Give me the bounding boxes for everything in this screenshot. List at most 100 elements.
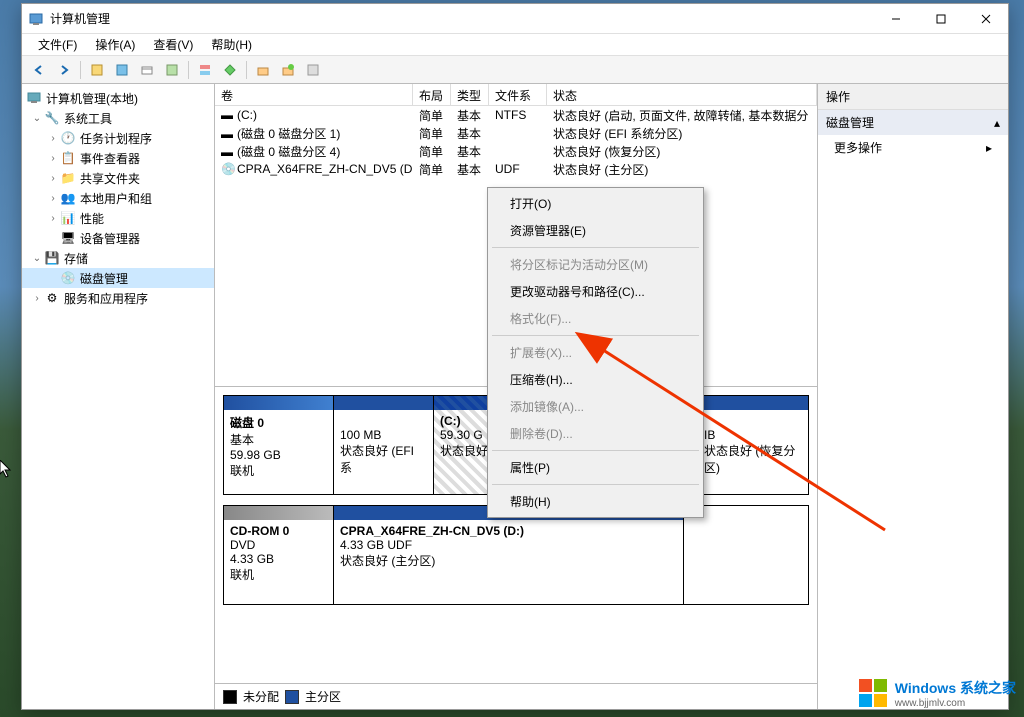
event-icon: 📋: [60, 150, 76, 166]
watermark: Windows 系统之家 www.bjjmlv.com: [857, 677, 1016, 709]
ctx-explorer[interactable]: 资源管理器(E): [490, 217, 701, 244]
menu-action[interactable]: 操作(A): [87, 34, 143, 55]
partition-empty[interactable]: [684, 506, 808, 604]
tree-storage[interactable]: ⌄ 💾 存储: [22, 248, 214, 268]
titlebar: 计算机管理: [22, 4, 1008, 34]
actions-section[interactable]: 磁盘管理 ▴: [818, 110, 1008, 135]
ctx-extend: 扩展卷(X)...: [490, 339, 701, 366]
tree-root[interactable]: 计算机管理(本地): [22, 88, 214, 108]
cdrom-label[interactable]: CD-ROM 0 DVD 4.33 GB 联机: [224, 506, 334, 604]
disk-icon: 💿: [60, 270, 76, 286]
device-icon: 🖥: [60, 230, 76, 246]
volume-list-header: 卷 布局 类型 文件系统 状态: [215, 84, 817, 106]
cursor-pointer: [0, 460, 16, 480]
disc-icon: 💿: [221, 162, 235, 176]
collapse-arrow-icon: ▴: [994, 116, 1000, 130]
col-layout[interactable]: 布局: [413, 84, 451, 105]
cdrom-row[interactable]: CD-ROM 0 DVD 4.33 GB 联机 CPRA_X64FRE_ZH-C…: [223, 505, 809, 605]
ctx-properties[interactable]: 属性(P): [490, 454, 701, 481]
volume-row[interactable]: ▬(磁盘 0 磁盘分区 4) 简单 基本 状态良好 (恢复分区): [215, 142, 817, 160]
clock-icon: 🕐: [60, 130, 76, 146]
submenu-arrow-icon: ▸: [986, 141, 992, 155]
legend-primary-box: [285, 690, 299, 704]
volume-row[interactable]: ▬(磁盘 0 磁盘分区 1) 简单 基本 状态良好 (EFI 系统分区): [215, 124, 817, 142]
partition-efi[interactable]: 100 MB 状态良好 (EFI 系: [334, 396, 434, 494]
volume-row[interactable]: ▬(C:) 简单 基本 NTFS 状态良好 (启动, 页面文件, 故障转储, 基…: [215, 106, 817, 124]
expand-icon[interactable]: ›: [46, 173, 60, 184]
col-type[interactable]: 类型: [451, 84, 489, 105]
back-button[interactable]: [28, 59, 50, 81]
ctx-help[interactable]: 帮助(H): [490, 488, 701, 515]
forward-button[interactable]: [53, 59, 75, 81]
expand-icon[interactable]: ›: [46, 133, 60, 144]
collapse-icon[interactable]: ⌄: [30, 113, 44, 124]
expand-icon[interactable]: ›: [30, 293, 44, 304]
wrench-icon: 🔧: [44, 110, 60, 126]
windows-logo-icon: [857, 677, 889, 709]
close-button[interactable]: [963, 4, 1008, 33]
drive-icon: ▬: [221, 145, 235, 159]
ctx-format: 格式化(F)...: [490, 305, 701, 332]
storage-icon: 💾: [44, 250, 60, 266]
tree-performance[interactable]: › 📊 性能: [22, 208, 214, 228]
actions-panel: 操作 磁盘管理 ▴ 更多操作 ▸: [818, 84, 1008, 709]
volume-row[interactable]: 💿CPRA_X64FRE_ZH-CN_DV5 (D:) 简单 基本 UDF 状态…: [215, 160, 817, 178]
tb-icon-1[interactable]: [86, 59, 108, 81]
tb-icon-4[interactable]: [161, 59, 183, 81]
tree-shared-folders[interactable]: › 📁 共享文件夹: [22, 168, 214, 188]
legend: 未分配 主分区: [215, 683, 817, 709]
app-icon: [28, 11, 44, 27]
tree-services[interactable]: › ⚙ 服务和应用程序: [22, 288, 214, 308]
tree-device-manager[interactable]: 🖥 设备管理器: [22, 228, 214, 248]
watermark-title: Windows 系统之家: [895, 678, 1016, 698]
ctx-delete: 删除卷(D)...: [490, 420, 701, 447]
tree-disk-management[interactable]: 💿 磁盘管理: [22, 268, 214, 288]
window-title: 计算机管理: [50, 10, 873, 27]
expand-icon[interactable]: ›: [46, 193, 60, 204]
toolbar: [22, 56, 1008, 84]
ctx-open[interactable]: 打开(O): [490, 190, 701, 217]
performance-icon: 📊: [60, 210, 76, 226]
tb-icon-6[interactable]: [219, 59, 241, 81]
actions-more[interactable]: 更多操作 ▸: [818, 135, 1008, 160]
partition-dvd[interactable]: CPRA_X64FRE_ZH-CN_DV5 (D:) 4.33 GB UDF 状…: [334, 506, 684, 604]
tree-local-users[interactable]: › 👥 本地用户和组: [22, 188, 214, 208]
menu-help[interactable]: 帮助(H): [203, 34, 260, 55]
ctx-add-mirror: 添加镜像(A)...: [490, 393, 701, 420]
legend-unallocated-box: [223, 690, 237, 704]
disk-0-label[interactable]: 磁盘 0 基本 59.98 GB 联机: [224, 396, 334, 494]
drive-icon: ▬: [221, 127, 235, 141]
expand-icon[interactable]: ›: [46, 213, 60, 224]
minimize-button[interactable]: [873, 4, 918, 33]
tree-task-scheduler[interactable]: › 🕐 任务计划程序: [22, 128, 214, 148]
expand-icon[interactable]: ›: [46, 153, 60, 164]
tree-event-viewer[interactable]: › 📋 事件查看器: [22, 148, 214, 168]
tb-icon-9[interactable]: [302, 59, 324, 81]
tree-panel[interactable]: 计算机管理(本地) ⌄ 🔧 系统工具 › 🕐 任务计划程序 › 📋 事件查看器: [22, 84, 215, 709]
col-filesystem[interactable]: 文件系统: [489, 84, 547, 105]
collapse-icon[interactable]: ⌄: [30, 253, 44, 264]
col-volume[interactable]: 卷: [215, 84, 413, 105]
menubar: 文件(F) 操作(A) 查看(V) 帮助(H): [22, 34, 1008, 56]
folder-share-icon: 📁: [60, 170, 76, 186]
menu-file[interactable]: 文件(F): [30, 34, 85, 55]
ctx-mark-active: 将分区标记为活动分区(M): [490, 251, 701, 278]
partition-recovery[interactable]: IB 状态良好 (恢复分区): [698, 396, 808, 494]
tb-icon-3[interactable]: [136, 59, 158, 81]
actions-header: 操作: [818, 84, 1008, 110]
watermark-url: www.bjjmlv.com: [895, 698, 1016, 709]
ctx-shrink[interactable]: 压缩卷(H)...: [490, 366, 701, 393]
tb-icon-2[interactable]: [111, 59, 133, 81]
ctx-change-drive[interactable]: 更改驱动器号和路径(C)...: [490, 278, 701, 305]
tb-icon-7[interactable]: [252, 59, 274, 81]
menu-view[interactable]: 查看(V): [145, 34, 201, 55]
context-menu: 打开(O) 资源管理器(E) 将分区标记为活动分区(M) 更改驱动器号和路径(C…: [487, 187, 704, 518]
computer-icon: [26, 90, 42, 106]
tb-icon-5[interactable]: [194, 59, 216, 81]
tb-icon-8[interactable]: [277, 59, 299, 81]
services-icon: ⚙: [44, 290, 60, 306]
col-status[interactable]: 状态: [547, 84, 817, 105]
tree-system-tools[interactable]: ⌄ 🔧 系统工具: [22, 108, 214, 128]
maximize-button[interactable]: [918, 4, 963, 33]
drive-icon: ▬: [221, 108, 235, 122]
